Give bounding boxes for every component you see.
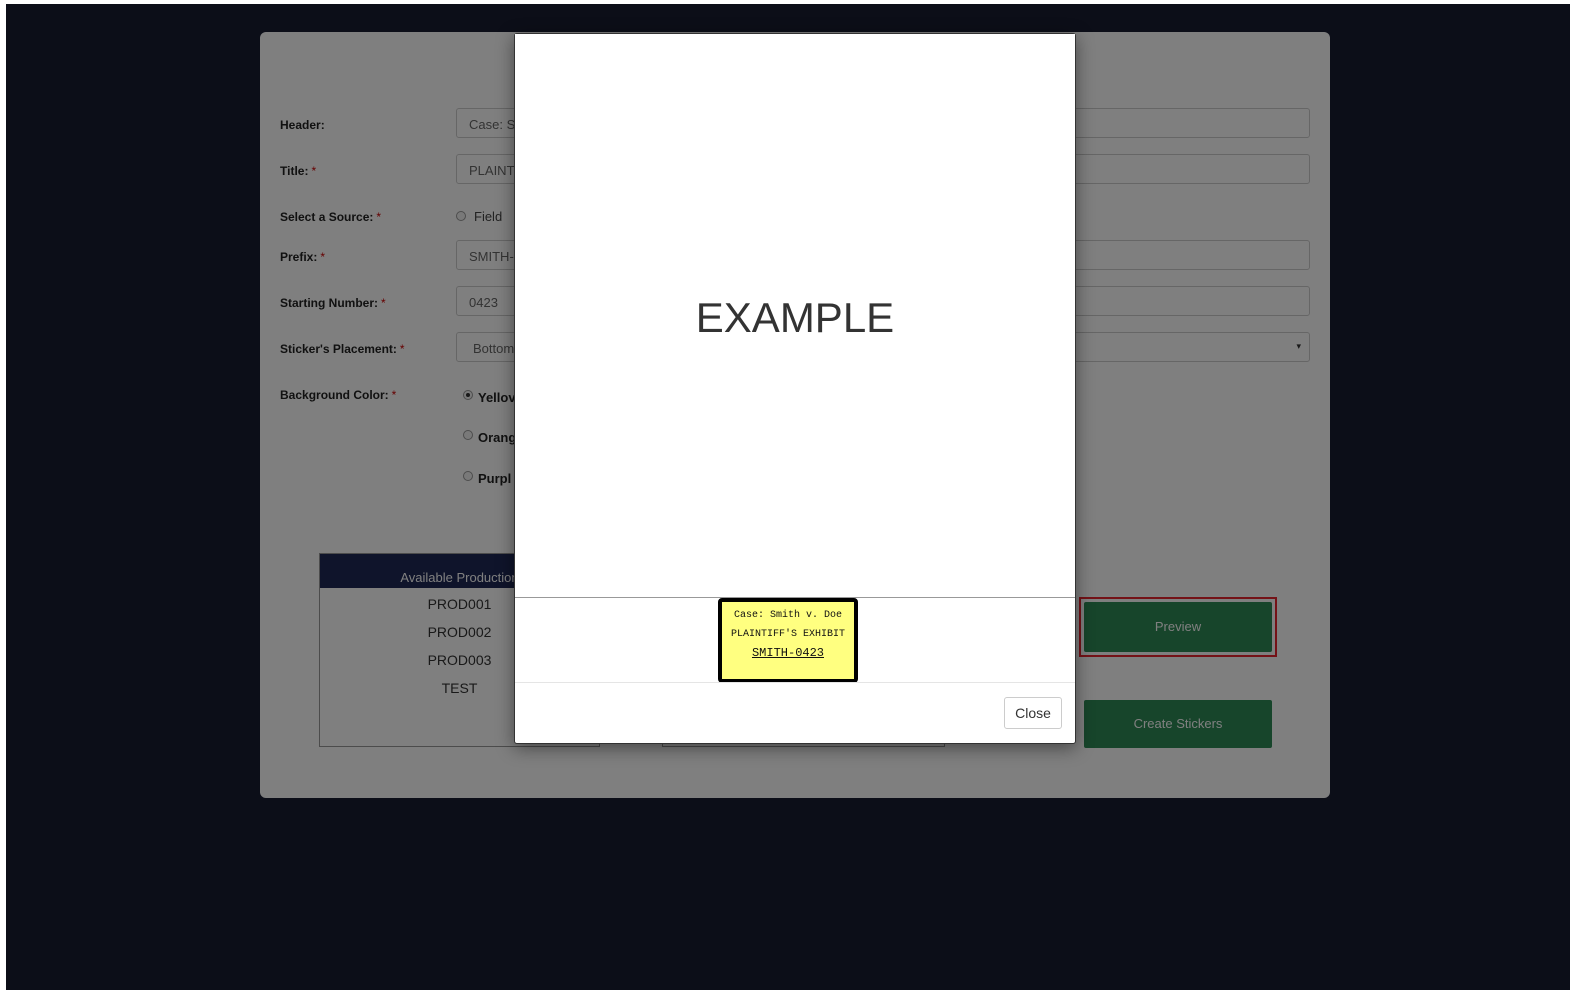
preview-modal: EXAMPLE Case: Smith v. Doe PLAINTIFF'S E…: [514, 33, 1076, 744]
modal-footer: Close: [515, 682, 1075, 744]
sticker-title-line: PLAINTIFF'S EXHIBIT: [730, 629, 846, 640]
preview-page: EXAMPLE: [515, 34, 1075, 598]
sticker-case-line: Case: Smith v. Doe: [733, 610, 843, 621]
exhibit-sticker: Case: Smith v. Doe PLAINTIFF'S EXHIBIT S…: [718, 598, 858, 683]
close-button[interactable]: Close: [1004, 697, 1062, 729]
sticker-number-line: SMITH-0423: [751, 646, 824, 660]
example-text: EXAMPLE: [695, 294, 895, 341]
